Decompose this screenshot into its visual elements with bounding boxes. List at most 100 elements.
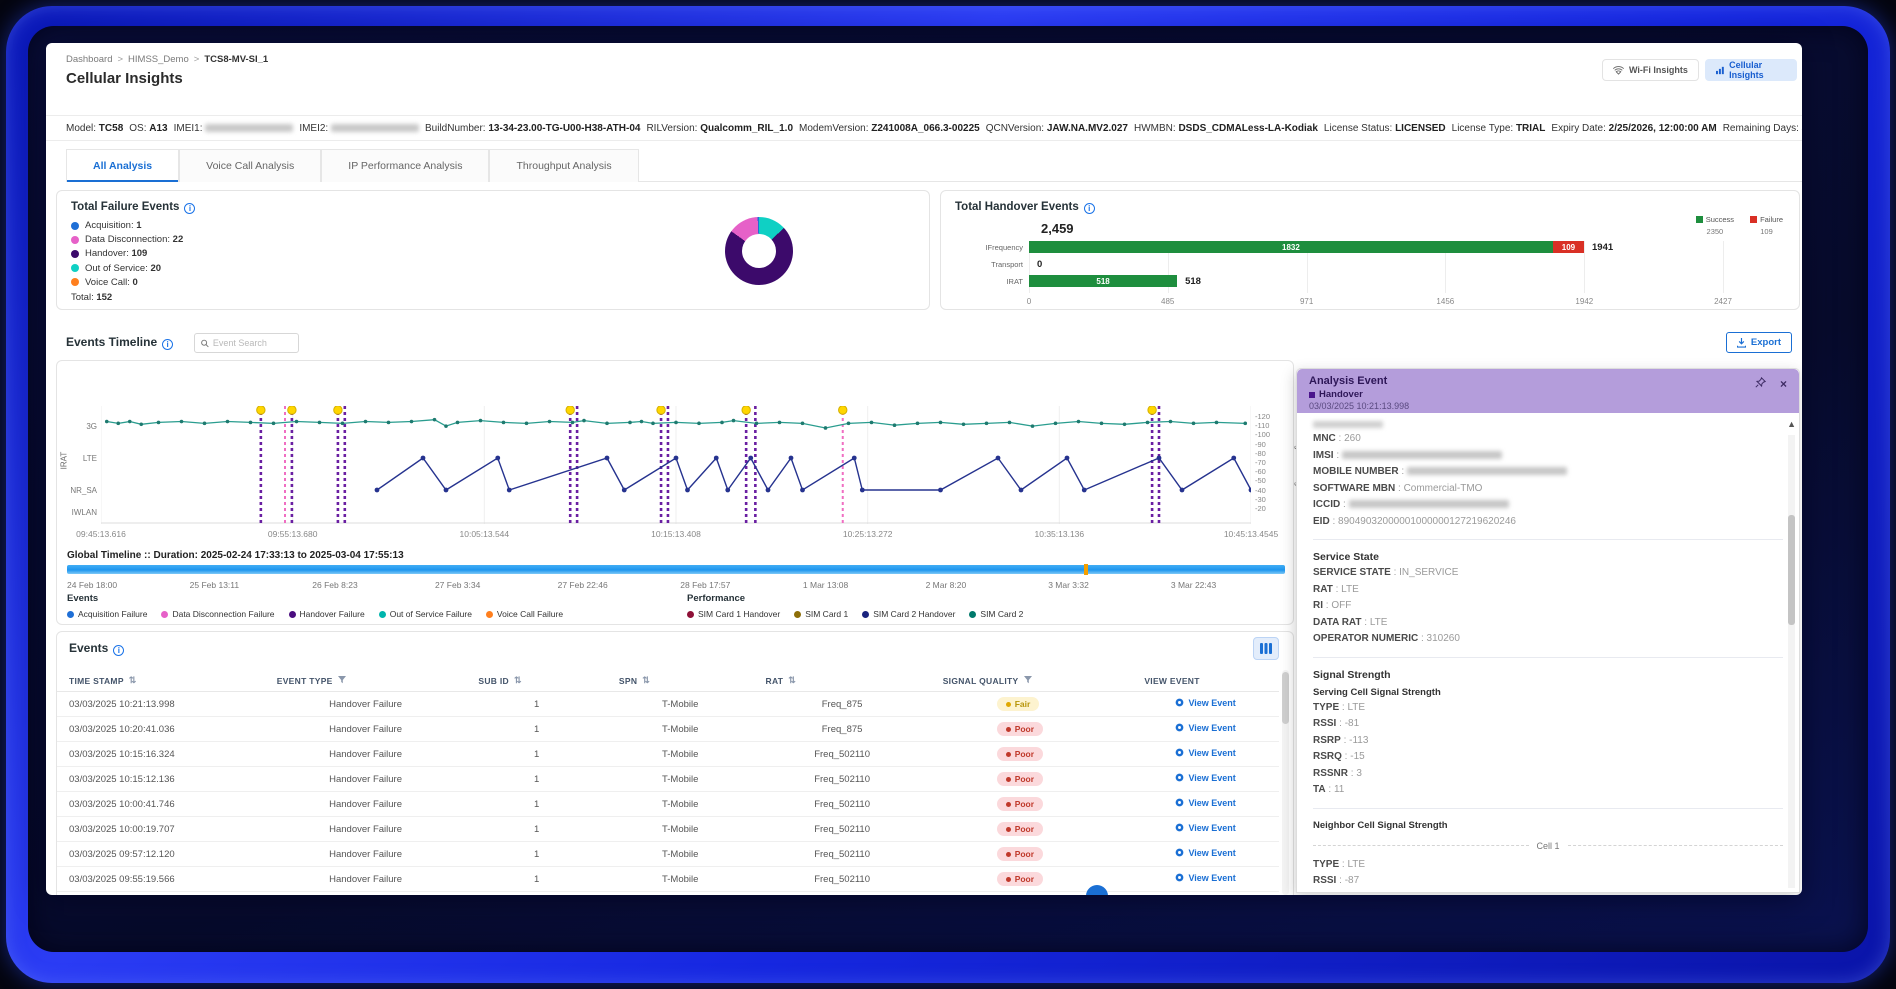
performance-legend-item: SIM Card 2 xyxy=(969,609,1023,619)
cell-signal-quality: Poor xyxy=(931,822,1133,836)
cell-view-event: View Event xyxy=(1132,848,1279,861)
time-axis-tick: 10:05:13.544 xyxy=(460,529,510,539)
panel-field: TYPE : LTE xyxy=(1313,857,1783,874)
close-icon[interactable]: × xyxy=(1780,377,1787,391)
global-timeline-bar[interactable] xyxy=(67,565,1285,574)
column-header: SPN⇅ xyxy=(607,675,754,686)
event-search-input[interactable] xyxy=(213,338,292,348)
tab-ip-performance-analysis[interactable]: IP Performance Analysis xyxy=(321,149,489,182)
handover-bar-row: IFrequency18321091941 xyxy=(1029,241,1723,253)
sort-icon[interactable]: ⇅ xyxy=(129,675,137,686)
cell-signal-quality: Poor xyxy=(931,772,1133,786)
panel-scrollbar[interactable]: ▲ xyxy=(1787,419,1796,888)
signal-quality-badge: Poor xyxy=(997,747,1043,761)
panel-field: EID : 89049032000001000000127219620246 xyxy=(1313,514,1783,531)
pin-icon[interactable] xyxy=(1755,377,1766,391)
device-info-item: RILVersion: Qualcomm_RIL_1.0 xyxy=(646,123,793,134)
table-scrollbar[interactable] xyxy=(1282,670,1289,895)
wifi-insights-button[interactable]: Wi-Fi Insights xyxy=(1602,59,1699,81)
filter-icon[interactable] xyxy=(1024,676,1032,686)
cell-timestamp: 03/03/2025 09:57:12.120 xyxy=(57,849,265,860)
cell-sub-id: 1 xyxy=(466,824,607,835)
legend-dot xyxy=(687,611,694,618)
cellular-insights-button[interactable]: Cellular Insights xyxy=(1705,59,1797,81)
tab-all-analysis[interactable]: All Analysis xyxy=(66,149,179,182)
view-event-link[interactable]: View Event xyxy=(1175,698,1235,708)
breadcrumb-item[interactable]: Dashboard xyxy=(66,54,112,65)
table-row: 03/03/2025 10:00:19.707Handover Failure1… xyxy=(57,817,1279,842)
columns-icon xyxy=(1260,643,1272,654)
tab-throughput-analysis[interactable]: Throughput Analysis xyxy=(489,149,638,182)
total-failure-events-card: Total Failure Eventsi Acquisition: 1Data… xyxy=(56,190,930,310)
tab-voice-call-analysis[interactable]: Voice Call Analysis xyxy=(179,149,321,182)
signal-axis-tick: -40 xyxy=(1255,486,1266,495)
panel-scrollbar-thumb[interactable] xyxy=(1788,515,1795,625)
failure-legend-item: Voice Call: 0 xyxy=(71,277,915,288)
panel-field: OPERATOR NUMERIC : 310260 xyxy=(1313,631,1783,648)
view-event-link[interactable]: View Event xyxy=(1175,798,1235,808)
rat-category-label: 3G xyxy=(63,422,97,431)
success-bar: 1832 xyxy=(1029,241,1553,253)
view-event-link[interactable]: View Event xyxy=(1175,823,1235,833)
analysis-event-panel: Analysis Event Handover 03/03/2025 10:21… xyxy=(1296,368,1800,893)
time-axis-tick: 10:25:13.272 xyxy=(843,529,893,539)
info-icon[interactable]: i xyxy=(184,203,195,214)
cell-rat: Freq_875 xyxy=(754,724,931,735)
view-event-link[interactable]: View Event xyxy=(1175,873,1235,883)
scroll-up-icon[interactable]: ▲ xyxy=(1787,419,1796,429)
cellular-insights-label: Cellular Insights xyxy=(1729,60,1786,80)
filter-icon[interactable] xyxy=(338,676,346,686)
table-header-row: TIME STAMP⇅EVENT TYPESUB ID⇅SPN⇅RAT⇅SIGN… xyxy=(57,670,1279,692)
bar-chart-icon xyxy=(1716,66,1724,75)
info-icon[interactable]: i xyxy=(1084,203,1095,214)
global-timeline-tick: 27 Feb 22:46 xyxy=(558,580,608,590)
cell-timestamp: 03/03/2025 10:15:16.324 xyxy=(57,749,265,760)
section-subheading: Neighbor Cell Signal Strength xyxy=(1313,818,1783,833)
sort-icon[interactable]: ⇅ xyxy=(642,675,650,686)
events-timeline-chart[interactable] xyxy=(101,406,1251,524)
signal-axis-tick: -70 xyxy=(1255,458,1266,467)
export-button[interactable]: Export xyxy=(1726,332,1792,353)
device-info-item: QCNVersion: JAW.NA.MV2.027 xyxy=(986,123,1128,134)
panel-field: RSSI : -87 xyxy=(1313,873,1783,890)
cell-rat: Freq_502110 xyxy=(754,824,931,835)
info-icon[interactable]: i xyxy=(113,645,124,656)
breadcrumb[interactable]: Dashboard>HIMSS_Demo>TCS8-MV-SI_1 xyxy=(66,54,268,65)
info-icon[interactable]: i xyxy=(162,339,173,350)
panel-field: RSSNR : 3 xyxy=(1313,766,1783,783)
cell-signal-quality: Poor xyxy=(931,797,1133,811)
view-event-link[interactable]: View Event xyxy=(1175,723,1235,733)
section-divider xyxy=(1313,808,1783,809)
cell-rat: Freq_502110 xyxy=(754,774,931,785)
legend-dot xyxy=(379,611,386,618)
global-timeline-tick: 28 Feb 17:57 xyxy=(680,580,730,590)
global-timeline-marker[interactable] xyxy=(1084,564,1088,575)
breadcrumb-item[interactable]: TCS8-MV-SI_1 xyxy=(204,54,268,65)
view-event-link[interactable]: View Event xyxy=(1175,748,1235,758)
failure-donut-chart[interactable] xyxy=(725,217,793,285)
global-timeline-tick: 2 Mar 8:20 xyxy=(926,580,967,590)
legend-dot xyxy=(71,236,79,244)
device-info-item: Remaining Days: 357 xyxy=(1723,123,1802,134)
time-axis-tick: 10:15:13.408 xyxy=(651,529,701,539)
cell-event-type: Handover Failure xyxy=(265,699,467,710)
view-event-link[interactable]: View Event xyxy=(1175,848,1235,858)
handover-bar-chart[interactable]: IFrequency18321091941Transport0IRAT51851… xyxy=(1029,241,1723,293)
x-axis-tick: 0 xyxy=(1027,297,1031,306)
events-legend-item: Data Disconnection Failure xyxy=(161,609,274,619)
breadcrumb-item[interactable]: HIMSS_Demo xyxy=(128,54,189,65)
global-timeline-tick: 1 Mar 13:08 xyxy=(803,580,848,590)
cell-separator: Cell 1 xyxy=(1313,841,1783,851)
events-table-card: Eventsi TIME STAMP⇅EVENT TYPESUB ID⇅SPN⇅… xyxy=(56,631,1294,895)
global-timeline-tick: 3 Mar 22:43 xyxy=(1171,580,1216,590)
signal-quality-badge: Poor xyxy=(997,847,1043,861)
view-event-link[interactable]: View Event xyxy=(1175,773,1235,783)
signal-quality-badge: Poor xyxy=(997,822,1043,836)
sort-icon[interactable]: ⇅ xyxy=(514,675,522,686)
panel-field: MOBILE NUMBER : xyxy=(1313,464,1783,481)
table-scrollbar-thumb[interactable] xyxy=(1282,672,1289,724)
sort-icon[interactable]: ⇅ xyxy=(788,675,796,686)
handover-legend-item: Failure109 xyxy=(1750,215,1783,236)
events-legend-label: Events xyxy=(67,593,98,604)
column-settings-button[interactable] xyxy=(1253,637,1279,660)
